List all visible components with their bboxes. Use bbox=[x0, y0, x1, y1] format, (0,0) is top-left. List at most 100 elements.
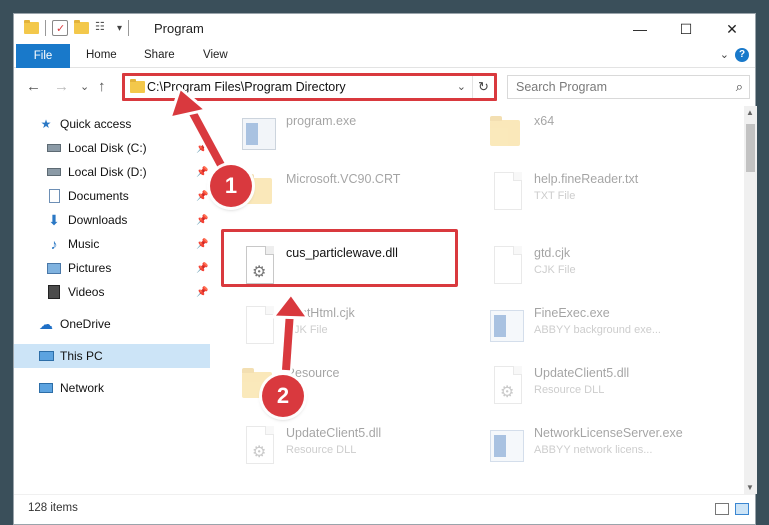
window-title: Program bbox=[154, 21, 204, 36]
file-name: FastHtml.cjk bbox=[286, 306, 355, 320]
pictures-icon bbox=[46, 260, 62, 276]
back-button[interactable]: ← bbox=[26, 78, 41, 95]
gear-icon: ⚙ bbox=[252, 444, 267, 461]
close-button[interactable]: ✕ bbox=[709, 14, 755, 44]
sidebar-item-videos[interactable]: Videos 📌 bbox=[14, 280, 210, 304]
list-item[interactable]: help.fineReader.txt TXT File bbox=[484, 168, 724, 222]
scroll-thumb[interactable] bbox=[746, 124, 755, 172]
file-name: gtd.cjk bbox=[534, 246, 571, 260]
search-icon[interactable]: ⌕ bbox=[736, 79, 743, 95]
sidebar-item-this-pc[interactable]: This PC bbox=[14, 344, 210, 368]
vertical-scrollbar[interactable]: ▲ ▼ bbox=[744, 106, 757, 494]
pin-icon[interactable]: 📌 bbox=[196, 143, 208, 154]
list-item[interactable]: program.exe bbox=[236, 110, 476, 164]
videos-icon bbox=[46, 284, 62, 300]
file-name: UpdateClient5.dll bbox=[286, 426, 382, 440]
pin-icon[interactable]: 📌 bbox=[196, 239, 208, 250]
quick-access-toolbar: ✓ ☷ ▾ bbox=[24, 20, 135, 36]
separator bbox=[128, 20, 130, 36]
customize-dropdown-icon[interactable]: ▾ bbox=[117, 23, 122, 34]
search-input[interactable]: Search Program bbox=[516, 80, 607, 94]
file-name: UpdateClient5.dll bbox=[534, 366, 630, 380]
sidebar-item-label: OneDrive bbox=[60, 317, 111, 331]
document-icon bbox=[488, 246, 526, 290]
file-type: ABBYY background exe... bbox=[534, 324, 661, 336]
file-name: program.exe bbox=[286, 114, 357, 128]
up-button[interactable]: ↑ bbox=[98, 78, 106, 95]
sidebar-item-label: Network bbox=[60, 381, 105, 395]
file-name: Microsoft.VC90.CRT bbox=[286, 172, 401, 186]
scroll-up-icon[interactable]: ▲ bbox=[746, 108, 754, 117]
pin-icon[interactable]: 📌 bbox=[196, 287, 208, 298]
documents-icon bbox=[46, 188, 62, 204]
minimize-button[interactable]: — bbox=[617, 14, 663, 44]
list-item[interactable]: FastHtml.cjk CJK File bbox=[236, 302, 476, 356]
drive-icon bbox=[46, 140, 62, 156]
new-folder-icon[interactable] bbox=[74, 20, 89, 34]
dll-icon: ⚙ bbox=[240, 426, 278, 470]
tab-share[interactable]: Share bbox=[144, 49, 175, 61]
expand-ribbon-icon[interactable]: ⌄ bbox=[720, 48, 729, 61]
folder-icon bbox=[24, 20, 39, 34]
app-icon bbox=[240, 114, 278, 158]
file-name: help.fineReader.txt bbox=[534, 172, 639, 186]
file-name: NetworkLicenseServer.exe bbox=[534, 426, 683, 440]
file-type: CJK File bbox=[286, 324, 328, 336]
sidebar-item-pictures[interactable]: Pictures 📌 bbox=[14, 256, 210, 280]
file-type: CJK File bbox=[534, 264, 576, 276]
list-item[interactable]: NetworkLicenseServer.exe ABBYY network l… bbox=[484, 422, 724, 476]
cloud-icon: ☁ bbox=[39, 315, 53, 332]
sidebar-item-documents[interactable]: Documents 📌 bbox=[14, 184, 210, 208]
list-item[interactable]: Microsoft.VC90.CRT bbox=[236, 168, 476, 222]
drive-icon bbox=[46, 164, 62, 180]
music-icon: ♪ bbox=[50, 236, 58, 252]
sidebar-item-onedrive[interactable]: ☁ OneDrive bbox=[14, 312, 210, 336]
scroll-down-icon[interactable]: ▼ bbox=[746, 483, 754, 492]
sidebar-item-quick-access[interactable]: ★ Quick access bbox=[14, 112, 210, 136]
sidebar-item-downloads[interactable]: ⬇ Downloads 📌 bbox=[14, 208, 210, 232]
navigation-pane: ★ Quick access Local Disk (C:) 📌 Local D… bbox=[14, 106, 210, 494]
list-item[interactable]: gtd.cjk CJK File bbox=[484, 242, 724, 296]
sidebar-item-local-disk-c[interactable]: Local Disk (C:) 📌 bbox=[14, 136, 210, 160]
document-icon bbox=[240, 306, 278, 350]
help-icon[interactable]: ? bbox=[735, 48, 749, 62]
tab-file[interactable]: File bbox=[16, 44, 70, 68]
dll-icon: ⚙ bbox=[488, 366, 526, 410]
search-box[interactable]: Search Program ⌕ bbox=[507, 75, 750, 99]
pin-icon[interactable]: 📌 bbox=[196, 191, 208, 202]
tab-home[interactable]: Home bbox=[86, 49, 117, 61]
sidebar-item-label: Local Disk (C:) bbox=[68, 141, 147, 155]
list-item[interactable]: ⚙ UpdateClient5.dll Resource DLL bbox=[484, 362, 724, 416]
pin-icon[interactable]: 📌 bbox=[196, 215, 208, 226]
details-view-icon[interactable] bbox=[715, 503, 729, 515]
address-highlight-box bbox=[122, 73, 497, 101]
sidebar-item-label: Documents bbox=[68, 189, 129, 203]
status-bar: 128 items bbox=[14, 494, 755, 524]
sidebar-item-label: Local Disk (D:) bbox=[68, 165, 147, 179]
properties-icon[interactable]: ✓ bbox=[52, 20, 68, 36]
sidebar-item-network[interactable]: Network bbox=[14, 376, 210, 400]
forward-button[interactable]: → bbox=[54, 78, 69, 95]
file-type: Resource DLL bbox=[534, 384, 605, 396]
file-highlight-box bbox=[221, 229, 458, 287]
file-name: x64 bbox=[534, 114, 555, 128]
pin-icon[interactable]: 📌 bbox=[196, 263, 208, 274]
separator bbox=[45, 20, 46, 36]
document-icon bbox=[488, 172, 526, 216]
recent-locations-button[interactable]: ⌄ bbox=[80, 80, 89, 93]
large-icons-view-icon[interactable] bbox=[735, 503, 749, 515]
maximize-button[interactable]: ☐ bbox=[663, 14, 709, 44]
customize-icon[interactable]: ☷ bbox=[95, 20, 111, 36]
sidebar-item-music[interactable]: ♪ Music 📌 bbox=[14, 232, 210, 256]
navigation-bar: ← → ⌄ ↑ C:\Program Files\Program Directo… bbox=[14, 72, 755, 102]
list-item[interactable]: ⚙ UpdateClient5.dll Resource DLL bbox=[236, 422, 476, 476]
sidebar-item-label: Music bbox=[68, 237, 100, 251]
tab-view[interactable]: View bbox=[203, 49, 228, 61]
sidebar-item-label: Quick access bbox=[60, 117, 132, 131]
pin-icon[interactable]: 📌 bbox=[196, 167, 208, 178]
sidebar-item-label: Videos bbox=[68, 285, 105, 299]
app-icon bbox=[488, 426, 526, 470]
sidebar-item-local-disk-d[interactable]: Local Disk (D:) 📌 bbox=[14, 160, 210, 184]
list-item[interactable]: x64 bbox=[484, 110, 724, 164]
list-item[interactable]: FineExec.exe ABBYY background exe... bbox=[484, 302, 724, 356]
